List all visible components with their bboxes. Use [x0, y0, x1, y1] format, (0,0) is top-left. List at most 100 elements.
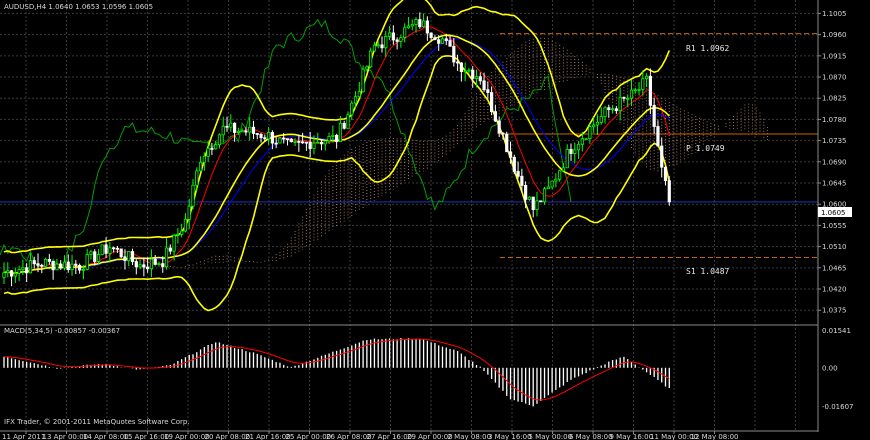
trading-chart[interactable]: AUDUSD,H4 1.0640 1.0653 1.0596 1.0605 MA… — [0, 0, 870, 440]
candle-body — [493, 111, 498, 122]
candle-body — [263, 137, 267, 140]
candle-body — [660, 145, 664, 168]
candle-body — [59, 263, 63, 269]
candle-body — [618, 96, 622, 112]
time-tick-label: 5 May 00:00 — [529, 433, 573, 440]
candle-body — [357, 91, 361, 98]
candle-body — [214, 144, 218, 150]
candle-body — [266, 132, 271, 140]
candle-body — [542, 188, 547, 203]
candle-body — [482, 80, 486, 91]
candle-body — [539, 200, 543, 203]
candle-body — [198, 161, 203, 172]
time-tick-label: 9 May 16:00 — [610, 433, 654, 440]
r1-label: R1 1.0962 — [686, 44, 730, 53]
candle-body — [463, 70, 467, 73]
price-axis[interactable]: 1.1005 1.0960 1.0915 1.0870 1.0825 1.0780 1.07… — [818, 10, 847, 315]
price-tick-label: 1.0735 — [822, 137, 847, 145]
candle-body — [2, 272, 6, 278]
candle-body — [561, 167, 566, 172]
candle-body — [251, 126, 256, 134]
candle-body — [531, 196, 535, 211]
candle-body — [641, 78, 645, 90]
candle-body — [550, 180, 554, 188]
candle-body — [316, 141, 320, 144]
candle-body — [51, 260, 55, 271]
macd-header: MACD(5,34,5) -0.00857 -0.00367 — [4, 327, 120, 335]
macd-tick-label: -0.01607 — [822, 403, 853, 411]
time-tick-label: 19 Apr 00:00 — [164, 433, 210, 440]
copyright-text: IFX Trader, © 2001-2011 MetaQuotes Softw… — [4, 418, 190, 426]
candle-body — [149, 258, 154, 270]
candle-body — [372, 44, 377, 52]
candle-body — [168, 247, 172, 252]
candle-body — [93, 251, 97, 262]
candle-body — [301, 141, 305, 144]
candle-body — [153, 258, 157, 265]
macd-tick-label: 0.00 — [822, 364, 838, 372]
candle-body — [115, 247, 119, 250]
candle-body — [289, 138, 293, 143]
time-tick-label: 12 May 08:00 — [691, 433, 739, 440]
price-tick-label: 1.0510 — [822, 243, 847, 251]
candle-body — [96, 254, 101, 262]
candle-body — [565, 148, 569, 169]
candle-body — [70, 263, 74, 270]
candle-body — [391, 32, 395, 41]
candle-body — [229, 122, 233, 128]
time-tick-label: 29 Apr 00:00 — [407, 433, 453, 440]
candle-body — [399, 37, 403, 42]
candle-body — [308, 141, 312, 149]
candle-body — [21, 267, 25, 270]
candle-body — [592, 124, 596, 128]
pivot-label: P 1.0749 — [686, 144, 725, 153]
candle-body — [282, 137, 286, 140]
candle-body — [74, 263, 78, 266]
time-tick-label: 15 Apr 16:00 — [124, 433, 170, 440]
candle-body — [380, 44, 384, 49]
price-tick-label: 1.0870 — [822, 74, 847, 82]
candle-body — [43, 258, 48, 267]
candle-body — [195, 170, 199, 186]
candle-body — [127, 251, 131, 262]
candle-body — [248, 126, 252, 133]
candle-body — [376, 44, 380, 47]
candle-body — [202, 155, 206, 163]
candle-body — [584, 138, 588, 141]
candle-body — [501, 132, 505, 135]
candle-body — [157, 263, 161, 266]
candle-body — [142, 264, 146, 268]
candle-body — [524, 185, 528, 200]
candle-body — [346, 114, 350, 129]
macd-tick-label: 0.01541 — [822, 327, 851, 335]
time-tick-label: 27 Apr 16:00 — [367, 433, 413, 440]
candle-body — [486, 89, 490, 93]
candle-body — [663, 166, 668, 182]
candle-body — [304, 141, 309, 144]
price-tick-label: 1.0465 — [822, 264, 847, 272]
candle-body — [637, 88, 641, 91]
candle-body — [240, 130, 244, 133]
time-tick-label: 3 May 16:00 — [488, 433, 532, 440]
candle-body — [353, 96, 358, 104]
candle-body — [40, 264, 44, 267]
candle-body — [406, 25, 411, 29]
candle-body — [505, 133, 509, 153]
candle-body — [293, 141, 297, 143]
candle-body — [474, 76, 479, 79]
candle-body — [104, 244, 108, 254]
candle-body — [130, 251, 135, 262]
time-axis[interactable]: 11 Apr 201113 Apr 00:0014 Apr 08:0015 Ap… — [2, 431, 739, 440]
time-tick-label: 2 May 08:00 — [448, 433, 492, 440]
candle-body — [285, 138, 290, 141]
candle-body — [331, 134, 335, 137]
candle-body — [656, 126, 660, 147]
candle-body — [667, 180, 671, 203]
candle-body — [361, 68, 365, 93]
candle-body — [9, 270, 14, 277]
time-tick-label: 20 Apr 08:00 — [205, 433, 251, 440]
candle-body — [244, 130, 248, 133]
candle-body — [342, 122, 346, 129]
candle-body — [327, 136, 331, 142]
candle-body — [569, 148, 573, 154]
